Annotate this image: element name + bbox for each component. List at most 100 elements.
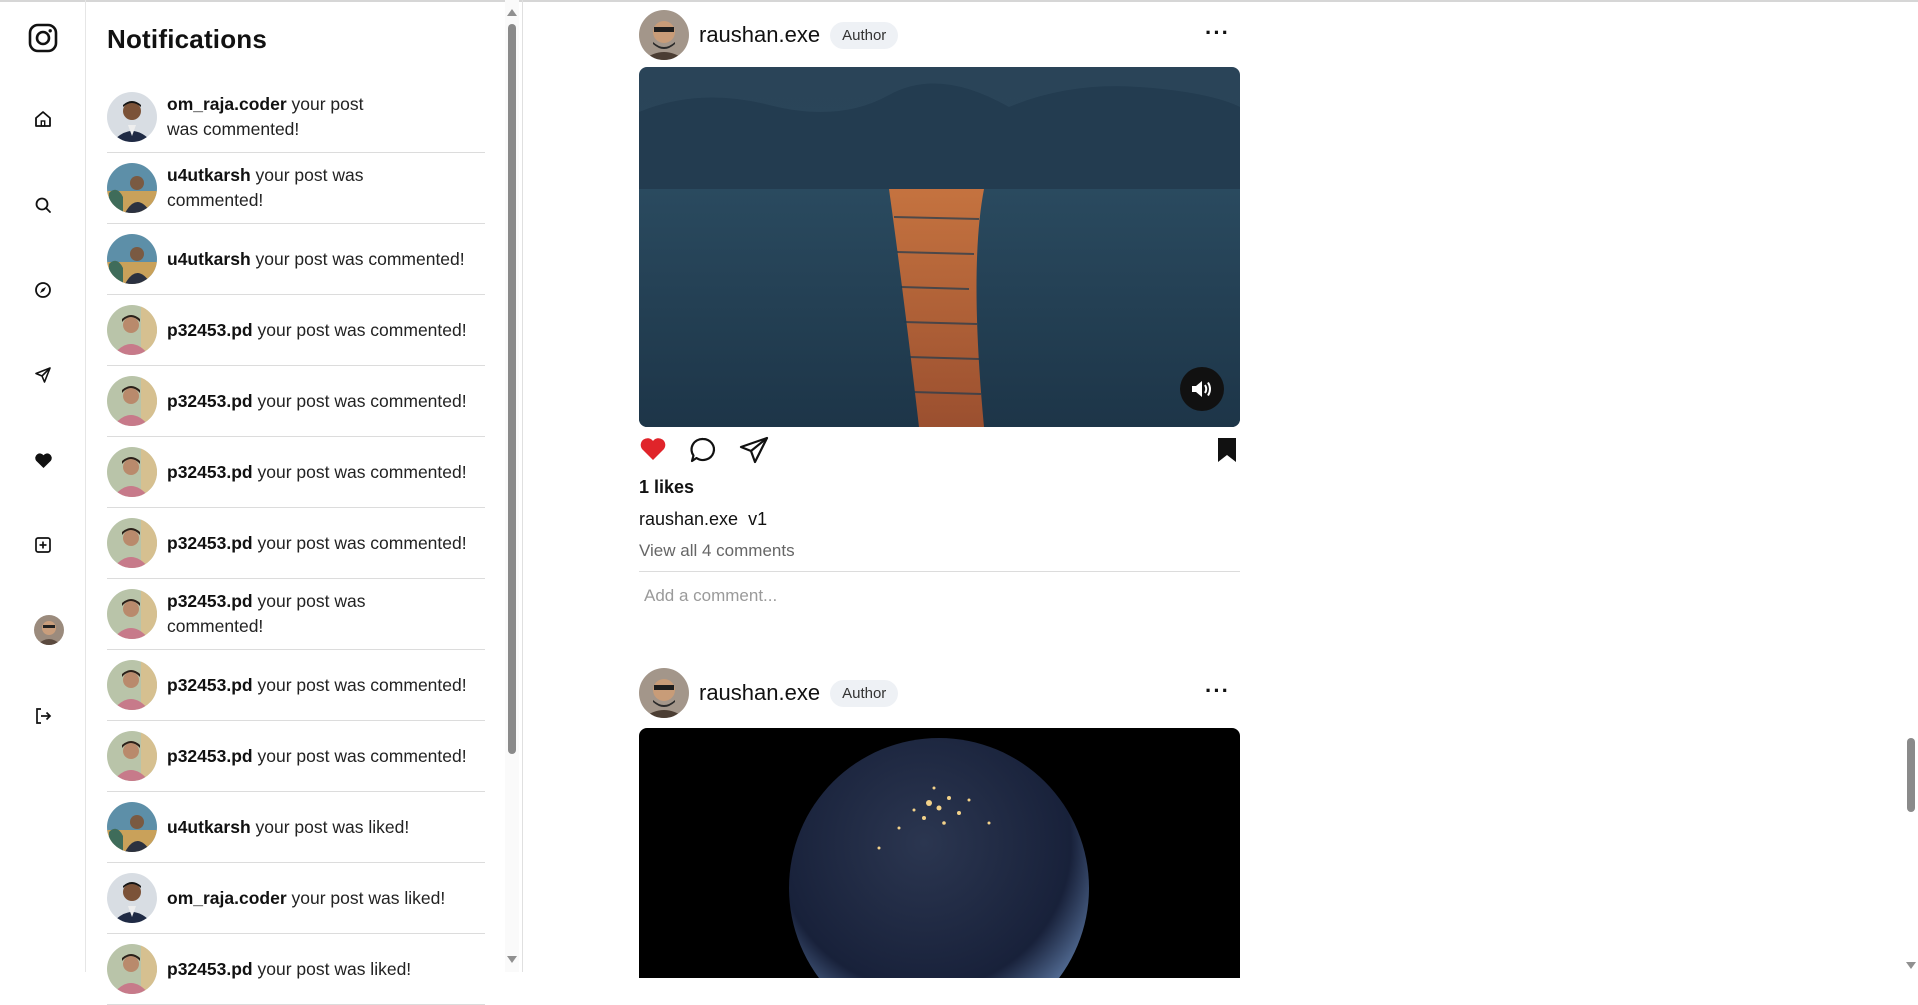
instagram-logo[interactable]: [0, 18, 86, 58]
comment-box: [639, 571, 1240, 621]
notification-avatar[interactable]: [107, 376, 157, 426]
notification-username[interactable]: u4utkarsh: [167, 817, 251, 837]
notification-text: p32453.pd your post was commented!: [167, 531, 467, 556]
notification-item[interactable]: p32453.pd your post was commented!: [107, 721, 485, 792]
caption-username[interactable]: raushan.exe: [639, 509, 738, 529]
notification-username[interactable]: p32453.pd: [167, 746, 253, 766]
notification-text: p32453.pd your post was commented!: [167, 744, 467, 769]
notification-username[interactable]: u4utkarsh: [167, 249, 251, 269]
notification-message: your post was commented!: [257, 532, 467, 553]
author-badge: Author: [830, 679, 899, 707]
notification-item[interactable]: u4utkarsh your post was commented!: [107, 153, 485, 224]
notification-avatar[interactable]: [107, 447, 157, 497]
notification-username[interactable]: p32453.pd: [167, 591, 253, 611]
notification-message: your post was commented!: [255, 248, 465, 269]
post-username[interactable]: raushan.exe: [699, 680, 820, 706]
create-icon[interactable]: [0, 525, 86, 565]
notification-text: p32453.pd your post was commented!: [167, 589, 367, 639]
post-caption: raushan.exe v1: [639, 509, 1240, 541]
notification-text: u4utkarsh your post was commented!: [167, 163, 367, 213]
share-icon[interactable]: [739, 436, 769, 469]
notification-text: p32453.pd your post was liked!: [167, 957, 411, 982]
notification-text: om_raja.coder your post was liked!: [167, 886, 445, 911]
notification-username[interactable]: p32453.pd: [167, 320, 253, 340]
notification-username[interactable]: p32453.pd: [167, 462, 253, 482]
speaker-icon: [1192, 381, 1211, 397]
notification-text: p32453.pd your post was commented!: [167, 389, 467, 414]
notification-avatar[interactable]: [107, 234, 157, 284]
notification-item[interactable]: p32453.pd your post was commented!: [107, 437, 485, 508]
notification-item[interactable]: om_raja.coder your post was liked!: [107, 863, 485, 934]
notifications-list: om_raja.coder your post was commented! u4…: [107, 82, 485, 1005]
search-icon[interactable]: [0, 185, 86, 225]
page-scrollbar[interactable]: [1904, 0, 1918, 972]
view-all-comments-link[interactable]: View all 4 comments: [639, 541, 1240, 571]
scrollbar-thumb[interactable]: [508, 24, 516, 754]
post-card: raushan.exe Author ···: [639, 10, 1240, 621]
notification-username[interactable]: p32453.pd: [167, 533, 253, 553]
comment-icon[interactable]: [689, 436, 717, 469]
notification-text: u4utkarsh your post was commented!: [167, 247, 465, 272]
notification-username[interactable]: om_raja.coder: [167, 94, 287, 114]
like-heart-icon[interactable]: [639, 436, 667, 467]
post-author-avatar[interactable]: [639, 668, 689, 718]
likes-count: 1 likes: [639, 477, 695, 497]
notification-text: om_raja.coder your post was commented!: [167, 92, 367, 142]
notifications-scrollbar[interactable]: [505, 0, 519, 972]
notification-item[interactable]: p32453.pd your post was commented!: [107, 295, 485, 366]
more-options-icon[interactable]: ···: [1205, 22, 1230, 44]
notification-message: your post was liked!: [255, 816, 410, 837]
comment-input[interactable]: [644, 586, 1235, 606]
post-author-avatar[interactable]: [639, 10, 689, 60]
notification-avatar[interactable]: [107, 92, 157, 142]
notification-username[interactable]: p32453.pd: [167, 675, 253, 695]
notification-item[interactable]: p32453.pd your post was commented!: [107, 579, 485, 650]
author-badge: Author: [830, 21, 899, 49]
notification-username[interactable]: om_raja.coder: [167, 888, 287, 908]
heart-icon[interactable]: [0, 440, 86, 480]
notification-avatar[interactable]: [107, 731, 157, 781]
notification-avatar[interactable]: [107, 163, 157, 213]
profile-avatar[interactable]: [0, 610, 86, 650]
notification-text: p32453.pd your post was commented!: [167, 318, 467, 343]
logout-icon[interactable]: [0, 696, 86, 736]
volume-toggle[interactable]: [1180, 367, 1224, 411]
notification-avatar[interactable]: [107, 518, 157, 568]
notification-item[interactable]: p32453.pd your post was commented!: [107, 366, 485, 437]
page-scroll-down-arrow[interactable]: [1906, 962, 1916, 969]
notification-avatar[interactable]: [107, 305, 157, 355]
scroll-up-arrow[interactable]: [507, 9, 517, 16]
notification-avatar[interactable]: [107, 589, 157, 639]
notification-text: p32453.pd your post was commented!: [167, 460, 467, 485]
notification-avatar[interactable]: [107, 660, 157, 710]
notification-username[interactable]: p32453.pd: [167, 391, 253, 411]
more-options-icon[interactable]: ···: [1205, 680, 1230, 702]
send-icon[interactable]: [0, 355, 86, 395]
notification-avatar[interactable]: [107, 802, 157, 852]
notification-message: your post was liked!: [291, 887, 446, 908]
notification-item[interactable]: om_raja.coder your post was commented!: [107, 82, 485, 153]
page-scrollbar-thumb[interactable]: [1907, 738, 1915, 812]
notification-message: your post was liked!: [257, 958, 412, 979]
notification-username[interactable]: u4utkarsh: [167, 165, 251, 185]
notification-avatar[interactable]: [107, 873, 157, 923]
notification-text: u4utkarsh your post was liked!: [167, 815, 409, 840]
home-icon[interactable]: [0, 99, 86, 139]
bookmark-icon[interactable]: [1216, 436, 1238, 469]
post-video[interactable]: [639, 728, 1240, 978]
notification-message: your post was commented!: [257, 390, 467, 411]
notification-item[interactable]: p32453.pd your post was liked!: [107, 934, 485, 1005]
notification-avatar[interactable]: [107, 944, 157, 994]
scroll-down-arrow[interactable]: [507, 956, 517, 963]
notification-item[interactable]: u4utkarsh your post was liked!: [107, 792, 485, 863]
post-username[interactable]: raushan.exe: [699, 22, 820, 48]
notification-item[interactable]: p32453.pd your post was commented!: [107, 508, 485, 579]
post-header: raushan.exe Author ···: [639, 668, 1240, 718]
caption-text: v1: [748, 509, 768, 529]
explore-icon[interactable]: [0, 270, 86, 310]
notification-username[interactable]: p32453.pd: [167, 959, 253, 979]
post-video[interactable]: [639, 67, 1240, 427]
notification-item[interactable]: u4utkarsh your post was commented!: [107, 224, 485, 295]
notification-item[interactable]: p32453.pd your post was commented!: [107, 650, 485, 721]
sidebar-nav: [0, 0, 86, 972]
